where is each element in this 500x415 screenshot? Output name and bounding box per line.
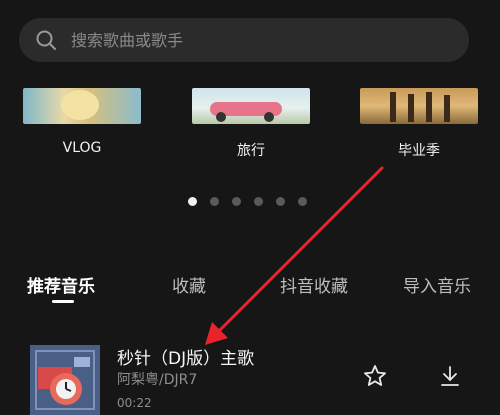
carousel-indicator bbox=[188, 197, 307, 206]
category-label: 旅行 bbox=[237, 143, 265, 159]
search-icon bbox=[36, 30, 56, 50]
carousel-dot[interactable] bbox=[276, 197, 285, 206]
category-thumbnail bbox=[360, 88, 478, 124]
search-input[interactable] bbox=[69, 29, 453, 51]
tab-import-music[interactable]: 导入音乐 bbox=[403, 272, 471, 297]
star-icon[interactable] bbox=[363, 364, 387, 388]
tab-douyin-favorites[interactable]: 抖音收藏 bbox=[280, 272, 348, 297]
tab-favorites[interactable]: 收藏 bbox=[172, 272, 206, 297]
song-artist: 阿梨粤/DJR7 bbox=[117, 372, 198, 388]
category-travel[interactable]: 旅行 bbox=[192, 88, 310, 160]
category-thumbnail bbox=[23, 88, 141, 124]
carousel-dot[interactable] bbox=[254, 197, 263, 206]
carousel-dot-active[interactable] bbox=[188, 197, 197, 206]
category-thumbnail bbox=[192, 88, 310, 124]
category-graduation[interactable]: 毕业季 bbox=[360, 88, 478, 160]
category-label: 毕业季 bbox=[398, 143, 440, 159]
album-cover[interactable] bbox=[30, 345, 100, 415]
category-label: VLOG bbox=[62, 140, 102, 156]
carousel-dot[interactable] bbox=[232, 197, 241, 206]
music-tabs: 推荐音乐 收藏 抖音收藏 导入音乐 bbox=[0, 272, 500, 302]
tab-recommended[interactable]: 推荐音乐 bbox=[27, 272, 95, 297]
song-list-item[interactable]: 秒针（DJ版）主歌 阿梨粤/DJR7 00:22 bbox=[30, 340, 500, 415]
carousel-dot[interactable] bbox=[298, 197, 307, 206]
download-icon[interactable] bbox=[438, 364, 462, 388]
category-vlog[interactable]: VLOG bbox=[23, 88, 141, 156]
search-bar[interactable] bbox=[19, 18, 469, 62]
song-duration: 00:22 bbox=[117, 396, 152, 410]
song-title: 秒针（DJ版）主歌 bbox=[117, 349, 255, 369]
active-tab-indicator bbox=[52, 300, 74, 303]
carousel-dot[interactable] bbox=[210, 197, 219, 206]
